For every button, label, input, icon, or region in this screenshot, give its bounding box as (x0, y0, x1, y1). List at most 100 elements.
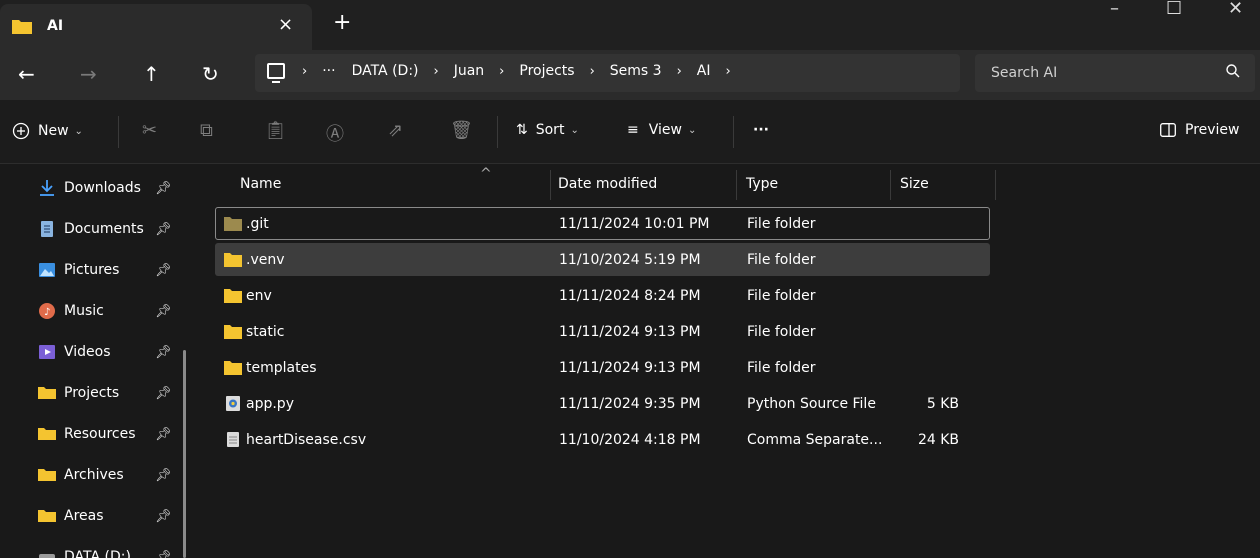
breadcrumb-separator[interactable]: › (719, 64, 738, 79)
file-icon (227, 432, 239, 447)
file-row-static[interactable]: static 11/11/2024 9:13 PM File folder (215, 315, 990, 348)
breadcrumb-ai[interactable]: AI (689, 63, 719, 79)
view-button[interactable]: ≡ View ⌄ (627, 122, 696, 138)
sidebar-item-label: Archives (64, 467, 124, 483)
pin-icon: 📌︎ (155, 549, 172, 558)
forward-button[interactable]: → (80, 62, 97, 86)
file-name: templates (246, 360, 317, 376)
file-row-heartdisease-csv[interactable]: heartDisease.csv 11/10/2024 4:18 PM Comm… (215, 423, 990, 456)
sort-ascending-icon: ^ (480, 166, 492, 182)
cut-icon[interactable]: ✂ (142, 120, 157, 141)
sidebar-item-data-drive[interactable]: DATA (D:) 📌︎ (0, 537, 195, 558)
folder-icon (38, 428, 56, 440)
breadcrumb-separator[interactable]: › (295, 64, 314, 79)
folder-icon (38, 387, 56, 399)
sidebar-item-areas[interactable]: Areas 📌︎ (0, 496, 195, 536)
sidebar-item-label: Pictures (64, 262, 120, 278)
sort-icon: ⇅ (516, 122, 528, 138)
sidebar-item-label: Music (64, 303, 104, 319)
sidebar-item-label: Resources (64, 426, 136, 442)
breadcrumb-data-drive[interactable]: DATA (D:) (344, 63, 427, 79)
tab-close-icon[interactable]: × (278, 14, 293, 35)
search-input[interactable]: Search AI (975, 54, 1255, 92)
column-divider[interactable] (736, 170, 737, 200)
search-placeholder: Search AI (991, 65, 1058, 81)
pin-icon: 📌︎ (155, 221, 172, 237)
column-divider[interactable] (890, 170, 891, 200)
address-bar[interactable]: › ··· DATA (D:) › Juan › Projects › Sems… (255, 54, 960, 92)
computer-icon[interactable] (267, 63, 285, 83)
copy-icon[interactable]: ⧉ (200, 120, 213, 141)
more-options-button[interactable]: ··· (753, 122, 769, 138)
chevron-down-icon: ⌄ (687, 124, 697, 136)
breadcrumb-projects[interactable]: Projects (511, 63, 582, 79)
share-icon[interactable]: ⇗ (388, 120, 403, 141)
folder-icon (12, 20, 32, 34)
pin-icon: 📌︎ (155, 262, 172, 278)
file-type: File folder (747, 324, 816, 340)
column-header-name[interactable]: Name (240, 164, 281, 204)
videos-icon (39, 345, 55, 359)
sidebar-item-resources[interactable]: Resources 📌︎ (0, 414, 195, 454)
up-button[interactable]: ↑ (143, 62, 160, 86)
file-row-git[interactable]: .git 11/11/2024 10:01 PM File folder (215, 207, 990, 240)
breadcrumb-sems3[interactable]: Sems 3 (602, 63, 670, 79)
file-size: 24 KB (917, 432, 959, 448)
folder-icon (224, 325, 242, 339)
pin-icon: 📌︎ (155, 344, 172, 360)
delete-icon[interactable]: 🗑︎ (450, 120, 473, 141)
rename-icon[interactable]: Ⓐ (326, 120, 344, 146)
file-row-templates[interactable]: templates 11/11/2024 9:13 PM File folder (215, 351, 990, 384)
breadcrumb-separator[interactable]: › (492, 64, 511, 79)
preview-pane-icon (1160, 123, 1176, 137)
breadcrumb-more[interactable]: ··· (314, 63, 343, 79)
column-header-type[interactable]: Type (746, 164, 778, 204)
file-row-venv[interactable]: .venv 11/10/2024 5:19 PM File folder (215, 243, 990, 276)
sidebar-item-music[interactable]: ♪ Music 📌︎ (0, 291, 195, 331)
file-row-env[interactable]: env 11/11/2024 8:24 PM File folder (215, 279, 990, 312)
pin-icon: 📌︎ (155, 508, 172, 524)
paste-icon[interactable]: 📋︎ (264, 120, 287, 141)
sidebar-item-projects[interactable]: Projects 📌︎ (0, 373, 195, 413)
tab-title: AI (47, 18, 64, 34)
file-name: static (246, 324, 285, 340)
sidebar-item-pictures[interactable]: Pictures 📌︎ (0, 250, 195, 290)
preview-label: Preview (1185, 122, 1240, 138)
breadcrumb-separator[interactable]: › (583, 64, 602, 79)
file-type: Python Source File (747, 396, 876, 412)
back-button[interactable]: ← (18, 62, 35, 86)
close-window-button[interactable]: ✕ (1228, 0, 1243, 19)
new-button[interactable]: New ⌄ (12, 122, 83, 140)
file-row-app-py[interactable]: app.py 11/11/2024 9:35 PM Python Source … (215, 387, 990, 420)
sidebar-item-archives[interactable]: Archives 📌︎ (0, 455, 195, 495)
sort-button[interactable]: ⇅ Sort ⌄ (516, 122, 579, 138)
file-list: ^ Name Date modified Type Size .git 11/1… (200, 164, 1260, 558)
tab-ai[interactable]: AI × (0, 4, 312, 50)
breadcrumb-separator[interactable]: › (427, 64, 446, 79)
preview-button[interactable]: Preview (1160, 122, 1240, 138)
minimize-button[interactable]: – (1110, 0, 1119, 19)
refresh-button[interactable]: ↻ (202, 62, 219, 86)
column-header-label: Type (746, 176, 779, 192)
folder-icon (224, 253, 242, 267)
pin-icon: 📌︎ (155, 303, 172, 319)
column-divider[interactable] (995, 170, 996, 200)
column-header-label: Date modified (558, 176, 658, 192)
column-header-size[interactable]: Size (900, 164, 929, 204)
breadcrumb-separator[interactable]: › (670, 64, 689, 79)
maximize-button[interactable]: ☐ (1166, 0, 1182, 19)
folder-icon (38, 469, 56, 481)
sidebar-item-documents[interactable]: Documents 📌︎ (0, 209, 195, 249)
column-divider[interactable] (550, 170, 551, 200)
command-bar: New ⌄ ✂ ⧉ 📋︎ Ⓐ ⇗ 🗑︎ ⇅ Sort ⌄ ≡ View ⌄ ··… (0, 100, 1260, 164)
column-header-date[interactable]: Date modified (558, 164, 657, 204)
sidebar-scrollbar[interactable] (183, 350, 186, 558)
file-date: 11/11/2024 8:24 PM (559, 288, 701, 304)
breadcrumb-juan[interactable]: Juan (446, 63, 492, 79)
sidebar-item-downloads[interactable]: Downloads 📌︎ (0, 168, 195, 208)
folder-icon (38, 510, 56, 522)
plus-circle-icon (12, 122, 30, 140)
new-tab-button[interactable]: + (333, 10, 351, 35)
sidebar-item-videos[interactable]: Videos 📌︎ (0, 332, 195, 372)
sort-label: Sort (535, 122, 565, 138)
